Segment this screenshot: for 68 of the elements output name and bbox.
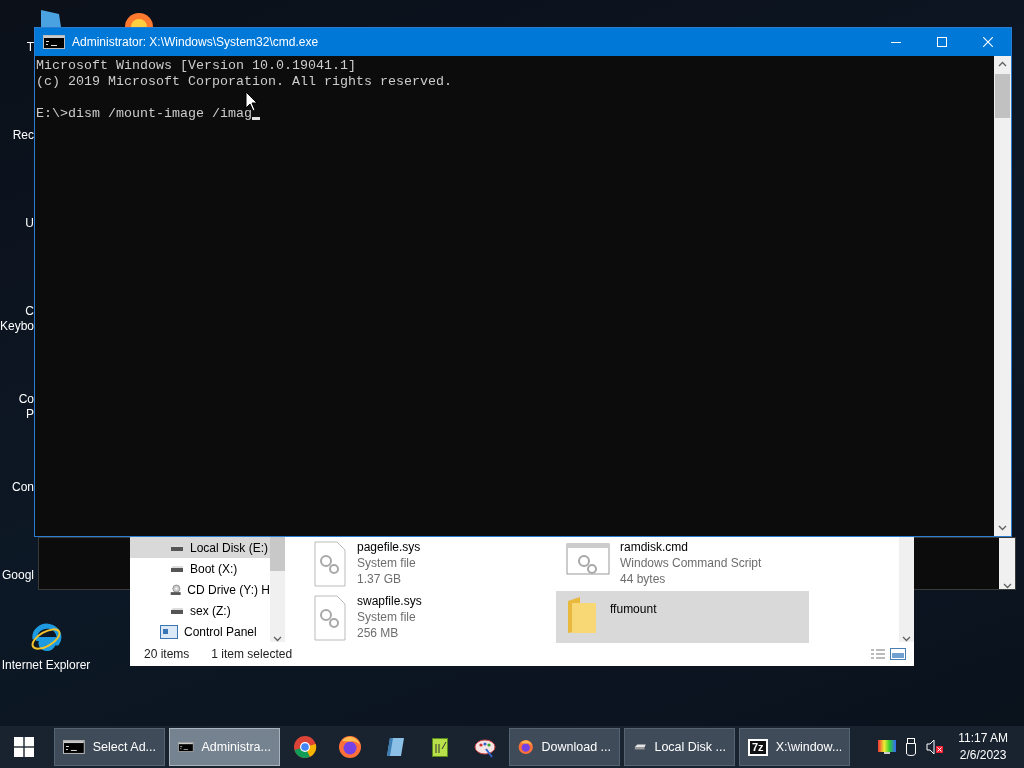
file-name: swapfile.sys [357,593,422,609]
nav-item[interactable]: Control Panel [130,621,270,642]
console-icon [178,740,194,754]
scroll-down-icon [1002,583,1012,589]
file-size: 256 MB [357,625,400,641]
console-icon [43,35,65,49]
taskbar-button[interactable]: Local Disk ... [624,728,735,766]
nav-item[interactable]: Boot (X:) [130,558,270,579]
console-icon [63,740,85,754]
nav-item[interactable]: CD Drive (Y:) H [130,579,270,600]
system-file-icon [313,595,347,641]
file-item[interactable]: swapfile.sys System file 256 MB [303,591,556,643]
item-count: 20 items [144,647,190,661]
desktop-icon-label[interactable]: Internet Explorer [1,658,91,673]
scroll-down-icon [902,636,911,642]
command-line: E:\>dism /mount-image /imag [36,106,252,122]
file-name: pagefile.sys [357,539,421,555]
desktop-icon-label[interactable]: Con [0,480,34,495]
control-panel-icon [160,624,178,639]
selection-count: 1 item selected [211,647,293,661]
desktop-icon-label[interactable]: Co P [0,392,34,422]
taskbar-button[interactable]: Administra... [169,728,280,766]
details-view-icon [870,648,886,660]
firefox-icon [125,13,153,27]
display-color-icon [878,740,897,754]
window-title: Administrator: X:\Windows\System32\cmd.exe [72,35,320,49]
file-name: ffumount [610,601,657,617]
desktop-icon-label[interactable]: Rec [0,128,34,143]
scrollbar-thumb[interactable] [995,74,1010,118]
drive-icon [170,606,184,615]
file-type: System file [357,609,417,625]
close-icon [983,37,993,47]
clock-date[interactable]: 2/6/2023 [959,747,1007,764]
taskbar-button[interactable]: Download ... [509,728,620,766]
cd-drive-icon [170,581,182,598]
file-size: 44 bytes [620,571,667,587]
taskbar-button[interactable]: 7z X:\window... [739,728,850,766]
scroll-down-icon [273,636,282,642]
system-file-icon [313,541,347,587]
taskbar-button[interactable]: Select Ad... [54,728,165,766]
desktop-icon-label[interactable]: T [0,40,34,55]
usb-drive-icon [904,738,919,756]
scroll-down-icon [998,525,1007,531]
desktop-icon-label[interactable]: Googl [0,568,34,583]
nav-item[interactable]: sex (Z:) [130,600,270,621]
file-name: ramdisk.cmd [620,539,689,555]
maximize-icon [937,37,947,47]
script-file-icon [566,541,610,575]
file-type: System file [357,555,417,571]
drive-icon [170,564,184,573]
scrollbar-thumb[interactable] [270,537,285,571]
desktop-icon-label[interactable]: C Keybo [0,304,34,334]
archive-logo: 7z [748,738,768,756]
console-output-line: (c) 2019 Microsoft Corporation. All rights reserved. [36,74,453,90]
file-item[interactable]: ffumount [556,591,809,643]
file-type: Windows Command Script [620,555,762,571]
nav-item[interactable]: Local Disk (E:) [130,537,270,558]
console-output-line: Microsoft Windows [Version 10.0.19041.1] [36,58,357,74]
large-icons-view-icon [890,648,906,660]
firefox-icon [337,735,362,759]
file-item[interactable]: pagefile.sys System file 1.37 GB [303,537,556,589]
clock-time[interactable]: 11:17 AM [958,730,1008,747]
windows-logo-icon [14,737,34,757]
desktop-icon-label[interactable]: U [0,216,34,231]
speaker-muted-icon [926,739,945,755]
file-item[interactable]: ramdisk.cmd Windows Command Script 44 bytes [556,537,809,589]
file-size: 1.37 GB [357,571,403,587]
chrome-icon [292,735,317,759]
